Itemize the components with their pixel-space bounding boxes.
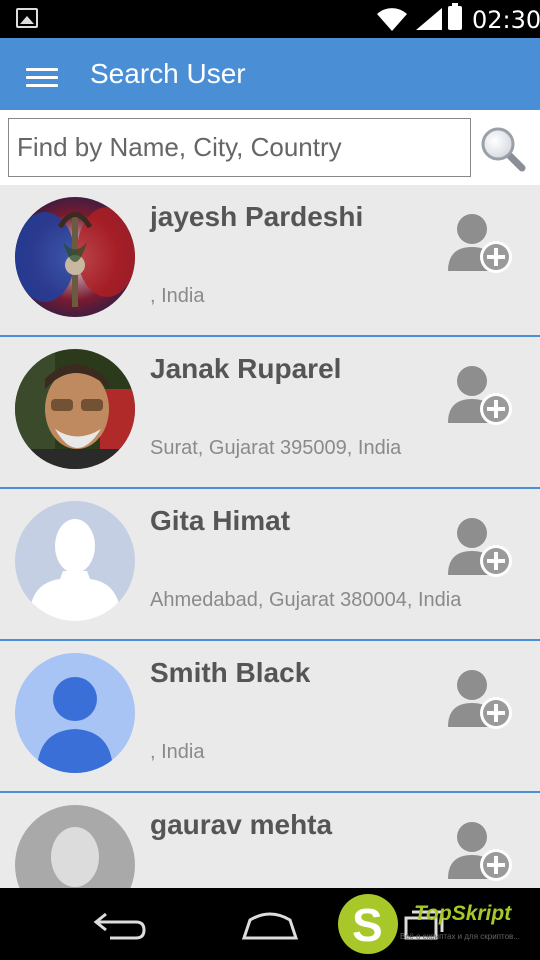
home-icon[interactable] [240,906,300,942]
avatar [15,197,135,317]
avatar [15,805,135,888]
user-location: , India [150,285,205,307]
user-location: Ahmedabad, Gujarat 380004, India [150,589,462,611]
avatar [15,501,135,621]
avatar [15,653,135,773]
user-name: Gita Himat [150,505,291,536]
add-user-icon[interactable] [446,667,516,733]
list-item[interactable]: Janak Ruparel Surat, Gujarat 395009, Ind… [0,337,540,489]
page-title: Search User [90,58,246,89]
logo-tagline: Всё о скриптах и для скриптов... [400,932,520,941]
list-item[interactable]: jayesh Pardeshi , India [0,185,540,337]
user-location: Surat, Gujarat 395009, India [150,437,402,459]
app-bar: Search User [0,38,540,110]
gallery-icon [16,8,38,28]
user-list: jayesh Pardeshi , India Janak Ruparel Su… [0,185,540,888]
avatar [15,349,135,469]
user-name: Smith Black [150,657,311,688]
user-location: , India [150,741,205,763]
status-clock: 02:30 [472,6,540,34]
status-bar: 02:30 [0,0,540,38]
watermark-logo: S TopSkript Всё о скриптах и для скрипто… [338,892,528,956]
search-bar [0,110,540,185]
back-icon[interactable] [92,906,148,942]
user-name: jayesh Pardeshi [150,201,364,232]
search-icon[interactable] [478,124,528,174]
user-name: gaurav mehta [150,809,333,840]
wifi-icon [377,8,407,32]
list-item[interactable]: Gita Himat Ahmedabad, Gujarat 380004, In… [0,489,540,641]
battery-icon [448,3,462,30]
list-item[interactable]: Smith Black , India [0,641,540,793]
list-item[interactable]: gaurav mehta [0,793,540,888]
signal-icon [416,8,442,30]
search-input[interactable] [8,118,471,177]
user-name: Janak Ruparel [150,353,342,384]
add-user-icon[interactable] [446,363,516,429]
logo-brand: TopSkript [414,902,512,925]
add-user-icon[interactable] [446,211,516,277]
add-user-icon[interactable] [446,819,516,885]
menu-icon[interactable] [26,68,58,90]
navigation-bar: S TopSkript Всё о скриптах и для скрипто… [0,888,540,960]
add-user-icon[interactable] [446,515,516,581]
logo-letter: S [352,899,383,951]
